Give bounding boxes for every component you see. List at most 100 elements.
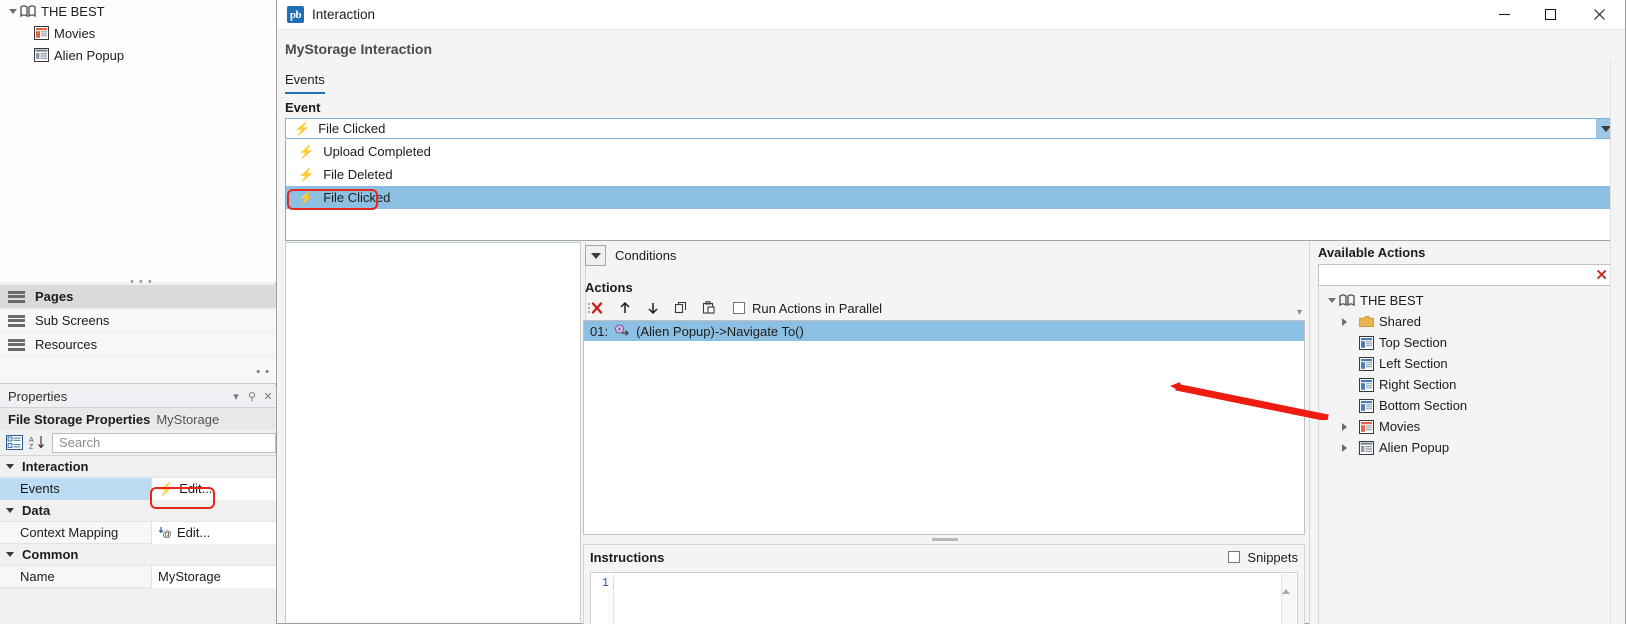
close-icon[interactable]: ✕ (260, 390, 276, 403)
svg-text:@: @ (163, 529, 172, 539)
pin-icon[interactable]: ⚲ (244, 390, 260, 403)
tree-item-the-best[interactable]: THE BEST (1319, 290, 1615, 311)
tree-item-label: Top Section (1379, 335, 1447, 350)
caret-down-icon[interactable] (6, 8, 20, 14)
events-edit-button-label[interactable]: Edit... (179, 481, 212, 496)
sidebar-item-resources[interactable]: Resources (0, 333, 276, 357)
tree-item-alien-popup[interactable]: Alien Popup (0, 44, 276, 66)
code-indent-guide (613, 575, 614, 624)
actions-list[interactable]: ▾ 01: (Alien Popup)->Navigate To() (583, 307, 1305, 535)
checkbox-icon[interactable] (1228, 551, 1241, 563)
dropdown-option-label: File Deleted (323, 167, 393, 182)
expander-icon[interactable] (6, 552, 14, 557)
tab-events[interactable]: Events (285, 72, 325, 94)
snippets-checkbox[interactable]: Snippets (1228, 550, 1298, 565)
sort-alphabetical-icon[interactable]: AZ (29, 435, 46, 450)
tree-item-top-section[interactable]: Top Section (1319, 332, 1615, 353)
chevron-down-icon[interactable]: ▾ (228, 390, 244, 403)
interaction-dialog: pb Interaction MyStorage Interaction Eve… (276, 0, 1626, 624)
action-row-01[interactable]: 01: (Alien Popup)->Navigate To() (584, 321, 1304, 341)
tree-item-shared[interactable]: Shared (1319, 311, 1615, 332)
actions-label: Actions (585, 280, 633, 295)
caret-right-icon[interactable] (1337, 443, 1351, 452)
overflow-dots-icon[interactable]: • • (256, 366, 270, 378)
expander-icon[interactable] (6, 464, 14, 469)
move-down-button[interactable] (639, 298, 667, 318)
tree-item-movies[interactable]: Movies (1319, 416, 1615, 437)
maximize-button[interactable] (1527, 0, 1573, 30)
event-combobox[interactable]: ⚡ File Clicked (285, 118, 1617, 139)
dropdown-option-file-clicked[interactable]: ⚡ File Clicked (286, 186, 1616, 209)
event-detail-left-pane (285, 242, 581, 622)
categorized-view-icon[interactable] (6, 435, 23, 450)
tree-item-the-best[interactable]: THE BEST (0, 0, 276, 22)
dialog-titlebar[interactable]: pb Interaction (277, 0, 1625, 30)
property-value: MyStorage (158, 569, 221, 584)
delete-action-button[interactable] (583, 298, 611, 318)
sidebar-item-pages[interactable]: Pages (0, 285, 276, 309)
scroll-up-icon[interactable] (1282, 574, 1290, 594)
dropdown-option-upload-completed[interactable]: ⚡ Upload Completed (286, 140, 1616, 163)
tree-item-alien-popup[interactable]: Alien Popup (1319, 437, 1615, 458)
tree-item-label: THE BEST (41, 3, 105, 19)
expander-icon[interactable] (6, 508, 14, 513)
bolt-icon: ⚡ (294, 121, 311, 136)
dropdown-option-file-deleted[interactable]: ⚡ File Deleted (286, 163, 1616, 186)
move-up-button[interactable] (611, 298, 639, 318)
properties-search-box[interactable]: ✕ (52, 432, 289, 453)
search-input[interactable] (53, 433, 275, 452)
caret-right-icon[interactable] (1337, 422, 1351, 431)
tab-strip: Events (285, 72, 325, 94)
available-actions-panel: Available Actions ✕ THE BEST Shared Top … (1309, 242, 1625, 624)
code-scrollbar[interactable] (1281, 574, 1296, 624)
property-row-events[interactable]: Events ⚡ Edit... (0, 477, 276, 500)
property-name: Name (0, 565, 152, 588)
svg-text:A: A (29, 437, 34, 444)
property-row-context-mapping[interactable]: Context Mapping @ Edit... (0, 521, 276, 544)
run-actions-in-parallel-checkbox[interactable]: Run Actions in Parallel (733, 301, 882, 316)
tree-item-label: THE BEST (1360, 293, 1424, 308)
tree-item-left-section[interactable]: Left Section (1319, 353, 1615, 374)
available-actions-filter[interactable]: ✕ (1318, 264, 1616, 286)
checkbox-icon[interactable] (733, 302, 745, 314)
tree-item-label: Movies (1379, 419, 1421, 434)
property-value-cell[interactable]: ⚡ Edit... (152, 477, 276, 500)
svg-text:Z: Z (29, 444, 34, 450)
event-combobox-value: File Clicked (318, 121, 386, 136)
popup-icon (34, 48, 49, 62)
dialog-vertical-scrollbar[interactable] (1610, 60, 1625, 624)
tree-item-movies[interactable]: Movies (0, 22, 276, 44)
instructions-code-editor[interactable]: 1 (590, 572, 1298, 624)
page-icon (1359, 335, 1374, 350)
property-value-cell[interactable]: MyStorage (152, 565, 276, 588)
app-logo-icon: pb (287, 6, 304, 23)
caret-right-icon[interactable] (1337, 317, 1351, 326)
tree-item-bottom-section[interactable]: Bottom Section (1319, 395, 1615, 416)
properties-header: File Storage Properties MyStorage (0, 408, 276, 430)
conditions-expander-button[interactable] (585, 245, 606, 266)
clear-filter-icon[interactable]: ✕ (1595, 266, 1608, 284)
property-category-data[interactable]: Data (0, 500, 276, 522)
tree-item-right-section[interactable]: Right Section (1319, 374, 1615, 395)
snippets-label: Snippets (1247, 549, 1298, 565)
property-row-name[interactable]: Name MyStorage (0, 565, 276, 588)
instructions-header: Instructions Snippets (584, 545, 1304, 569)
close-button[interactable] (1573, 0, 1625, 30)
page-icon (34, 26, 49, 40)
popup-icon (1359, 440, 1374, 455)
filter-input[interactable] (1319, 265, 1596, 285)
property-value-cell[interactable]: @ Edit... (152, 521, 276, 544)
property-category-common[interactable]: Common (0, 544, 276, 566)
paste-button[interactable] (695, 298, 723, 318)
context-mapping-edit-button-label[interactable]: Edit... (177, 525, 210, 540)
sidebar-item-sub-screens[interactable]: Sub Screens (0, 309, 276, 333)
available-actions-tree[interactable]: THE BEST Shared Top Section Left Section… (1318, 286, 1616, 624)
property-category-interaction[interactable]: Interaction (0, 456, 276, 478)
horizontal-splitter[interactable] (932, 538, 958, 541)
sidebar-item-label: Sub Screens (35, 313, 110, 328)
event-dropdown-list[interactable]: ⚡ Upload Completed ⚡ File Deleted ⚡ File… (285, 140, 1617, 241)
caret-down-icon[interactable] (1325, 298, 1339, 303)
copy-button[interactable] (667, 298, 695, 318)
actions-scroll-indicator-icon[interactable]: ▾ (1297, 307, 1302, 318)
minimize-button[interactable] (1481, 0, 1527, 30)
